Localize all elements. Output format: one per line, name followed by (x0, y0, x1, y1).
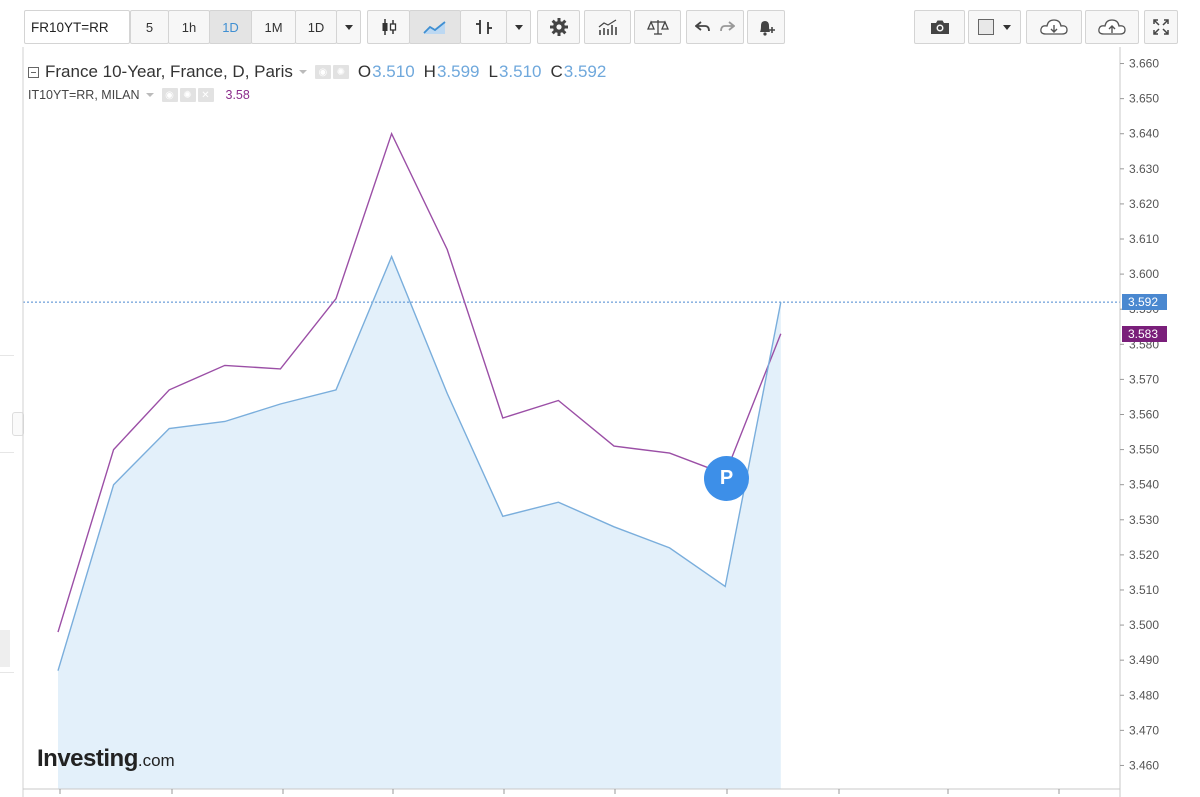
investing-watermark: Investing.com (37, 745, 175, 773)
fr-data-point (779, 300, 783, 304)
it-data-point (390, 132, 394, 136)
it-data-point (556, 398, 560, 402)
collapse-legend-icon[interactable] (28, 66, 39, 78)
fr-data-point (112, 483, 116, 487)
y-tick-label: 3.620 (1129, 197, 1159, 211)
fr-data-point (390, 255, 394, 259)
y-tick-label: 3.660 (1129, 57, 1159, 71)
y-tick-label: 3.630 (1129, 162, 1159, 176)
price-chart[interactable]: 3.460 3.470 3.480 3.490 3.500 3.510 3.520 3.530… (0, 0, 1200, 797)
it-data-point (223, 363, 227, 367)
chevron-down-icon[interactable] (298, 70, 307, 74)
primary-series-name[interactable]: France 10-Year, France, D, Paris (45, 62, 293, 82)
y-tick-label: 3.650 (1129, 92, 1159, 106)
secondary-series-name[interactable]: IT10YT=RR, MILAN (28, 88, 140, 102)
y-tick-label: 3.560 (1129, 407, 1159, 421)
p-marker-button[interactable]: P (704, 456, 749, 501)
chevron-down-icon[interactable] (145, 93, 154, 97)
y-tick-label: 3.510 (1129, 583, 1159, 597)
fr-data-point (334, 388, 338, 392)
close-value: 3.592 (563, 62, 607, 81)
y-tick-label: 3.520 (1129, 548, 1159, 562)
fr-data-point (723, 584, 727, 588)
fr-data-point (501, 514, 505, 518)
visibility-icon[interactable]: ◉ (161, 88, 178, 102)
fr-data-point (445, 391, 449, 395)
it-data-point (779, 332, 783, 336)
it-data-point (612, 444, 616, 448)
fr-data-point (223, 420, 227, 424)
high-value: 3.599 (436, 62, 480, 81)
y-tick-label: 3.640 (1129, 127, 1159, 141)
it-data-point (167, 388, 171, 392)
it-data-point (445, 248, 449, 252)
y-tick-label: 3.470 (1129, 723, 1159, 737)
primary-legend: France 10-Year, France, D, Paris ◉ ✺ O 3.… (28, 60, 606, 84)
fr-series-area (58, 256, 781, 790)
y-axis-ticks: 3.460 3.470 3.480 3.490 3.500 3.510 3.520 3.530… (1120, 57, 1159, 772)
it-data-point (56, 630, 60, 634)
y-tick-label: 3.610 (1129, 232, 1159, 246)
brand-name: Investing (37, 745, 138, 772)
secondary-legend: IT10YT=RR, MILAN ◉ ✺ ✕ 3.58 (28, 86, 250, 104)
close-label: C (550, 62, 563, 81)
close-icon[interactable]: ✕ (197, 88, 214, 102)
y-tick-label: 3.530 (1129, 513, 1159, 527)
open-label: O (357, 62, 372, 81)
high-label: H (423, 62, 436, 81)
it-data-point (501, 416, 505, 420)
y-tick-label: 3.460 (1129, 758, 1159, 772)
it-data-point (668, 451, 672, 455)
it-price-tag: 3.583 (1122, 325, 1167, 342)
it-data-point (334, 297, 338, 301)
x-axis-ticks (59, 789, 1060, 794)
y-tick-label: 3.570 (1129, 372, 1159, 386)
y-tick-label: 3.550 (1129, 443, 1159, 457)
low-value: 3.510 (498, 62, 542, 81)
fr-data-point (612, 525, 616, 529)
settings-small-icon[interactable]: ✺ (179, 88, 196, 102)
fr-data-point (556, 500, 560, 504)
y-tick-label: 3.500 (1129, 618, 1159, 632)
y-tick-label: 3.480 (1129, 688, 1159, 702)
visibility-icon[interactable]: ◉ (314, 65, 331, 79)
secondary-series-value: 3.58 (225, 88, 250, 102)
open-value: 3.510 (372, 62, 415, 81)
low-label: L (488, 62, 498, 81)
fr-price-tag: 3.592 (1122, 294, 1167, 311)
it-data-point (278, 367, 282, 371)
fr-data-point (56, 669, 60, 673)
fr-data-point (668, 546, 672, 550)
fr-data-point (278, 402, 282, 406)
brand-suffix: .com (137, 751, 175, 770)
it-data-point (112, 448, 116, 452)
y-tick-label: 3.600 (1129, 267, 1159, 281)
y-tick-label: 3.540 (1129, 478, 1159, 492)
fr-data-point (167, 427, 171, 431)
settings-small-icon[interactable]: ✺ (332, 65, 349, 79)
y-tick-label: 3.490 (1129, 653, 1159, 667)
